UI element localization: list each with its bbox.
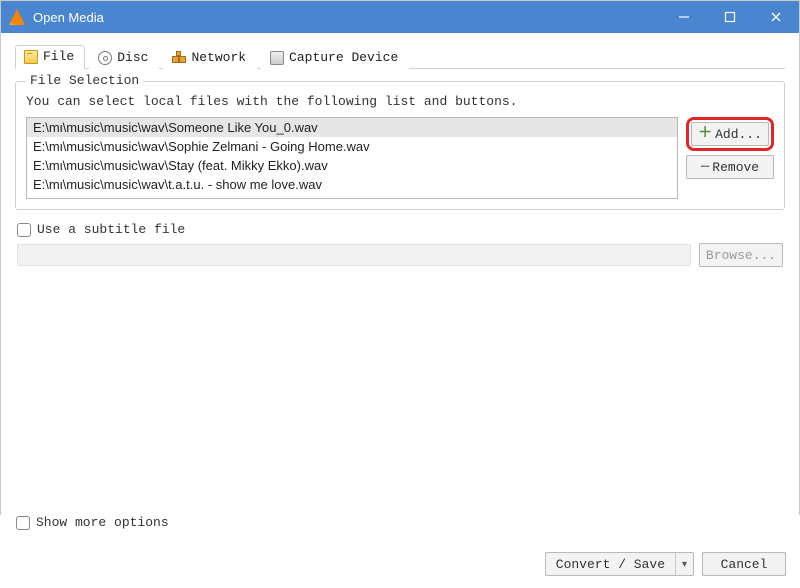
maximize-button[interactable] (707, 1, 753, 33)
close-icon (770, 11, 782, 23)
subtitle-path-input (17, 244, 691, 266)
list-item[interactable]: E:\mι\music\music\wav\Sophie Zelmani - G… (27, 137, 677, 156)
remove-button[interactable]: — Remove (686, 155, 774, 179)
chevron-down-icon: ▾ (682, 559, 687, 570)
titlebar: Open Media (1, 1, 799, 33)
remove-button-label: Remove (712, 160, 759, 175)
minimize-button[interactable] (661, 1, 707, 33)
plus-icon: ＋ (698, 127, 712, 141)
subtitle-path-row: Browse... (17, 243, 783, 267)
disc-tab-icon (98, 51, 112, 65)
list-item[interactable]: E:\mι\music\music\wav\Someone Like You_0… (27, 118, 677, 137)
maximize-icon (724, 11, 736, 23)
tab-file[interactable]: File (15, 45, 85, 69)
subtitle-row: Use a subtitle file (17, 222, 783, 237)
action-row: Convert / Save ▾ Cancel (14, 552, 786, 576)
file-selection-group: File Selection You can select local file… (15, 81, 785, 210)
show-more-checkbox[interactable] (16, 516, 30, 530)
tab-bar: File Disc Network Capture Device (15, 43, 785, 69)
tab-disc[interactable]: Disc (89, 46, 159, 69)
cancel-button[interactable]: Cancel (702, 552, 786, 576)
minus-icon: — (701, 160, 709, 174)
tab-capture[interactable]: Capture Device (261, 46, 409, 69)
file-selection-legend: File Selection (26, 73, 143, 88)
vlc-cone-icon (9, 9, 25, 25)
close-button[interactable] (753, 1, 799, 33)
bottom-bar: Show more options Convert / Save ▾ Cance… (0, 515, 800, 588)
tab-file-label: File (43, 49, 74, 64)
file-side-buttons: ＋ Add... — Remove (686, 117, 774, 179)
list-item[interactable]: E:\mι\music\music\wav\Stay (feat. Mikky … (27, 156, 677, 175)
tab-disc-label: Disc (117, 50, 148, 65)
file-row: E:\mι\music\music\wav\Someone Like You_0… (26, 117, 774, 199)
add-button[interactable]: ＋ Add... (691, 122, 769, 146)
convert-save-label: Convert / Save (546, 553, 675, 575)
file-selection-help: You can select local files with the foll… (26, 94, 774, 109)
content-area: File Disc Network Capture Device File Se… (1, 33, 799, 267)
capture-tab-icon (270, 51, 284, 65)
convert-save-button[interactable]: Convert / Save ▾ (545, 552, 694, 576)
subtitle-label: Use a subtitle file (37, 222, 185, 237)
network-tab-icon (172, 51, 186, 65)
show-more-options-row: Show more options (16, 515, 786, 530)
file-tab-icon (24, 50, 38, 64)
window-title: Open Media (33, 10, 661, 25)
add-button-highlight: ＋ Add... (686, 117, 774, 151)
list-item[interactable]: E:\mι\music\music\wav\t.a.t.u. - show me… (27, 175, 677, 194)
convert-save-dropdown[interactable]: ▾ (675, 553, 693, 575)
minimize-icon (678, 11, 690, 23)
file-list[interactable]: E:\mι\music\music\wav\Someone Like You_0… (26, 117, 678, 199)
subtitle-checkbox[interactable] (17, 223, 31, 237)
cancel-button-label: Cancel (721, 557, 768, 572)
add-button-label: Add... (715, 127, 762, 142)
tab-network-label: Network (191, 50, 246, 65)
show-more-label: Show more options (36, 515, 169, 530)
browse-button-label: Browse... (706, 248, 776, 263)
browse-button: Browse... (699, 243, 783, 267)
tab-network[interactable]: Network (163, 46, 257, 69)
tab-capture-label: Capture Device (289, 50, 398, 65)
